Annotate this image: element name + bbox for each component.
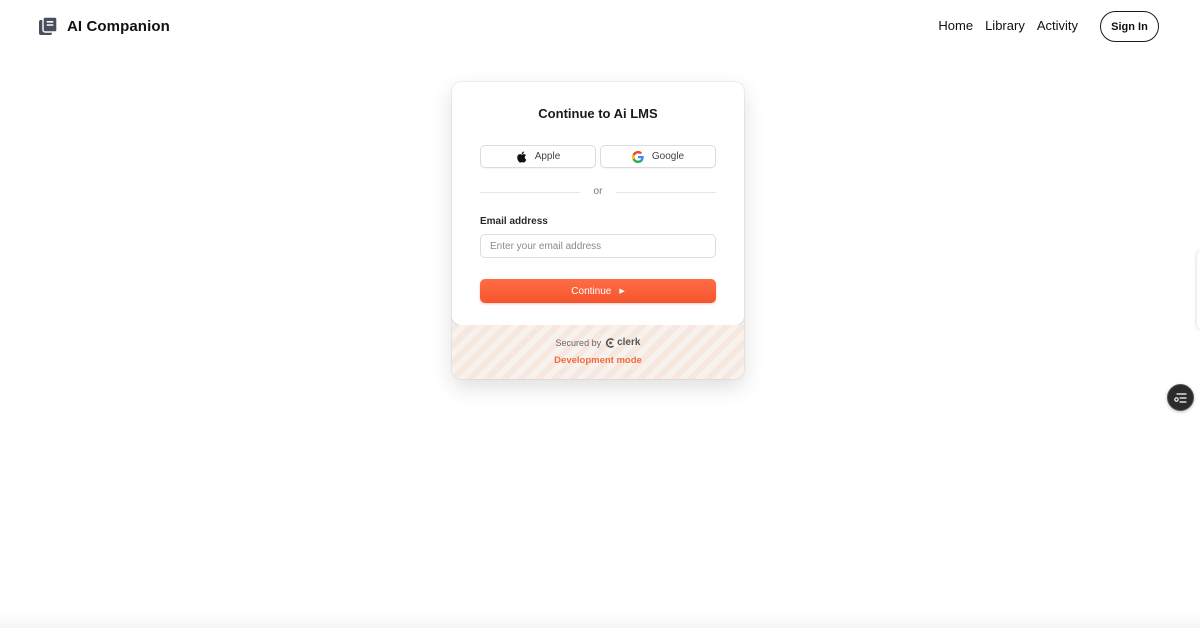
nav-library[interactable]: Library [985,18,1025,33]
app-title: AI Companion [67,17,170,35]
apple-signin-button[interactable]: Apple [480,145,596,168]
nav-home[interactable]: Home [938,18,973,33]
continue-label: Continue [571,285,612,297]
floating-settings-button[interactable] [1167,384,1194,411]
clerk-logo[interactable]: clerk [606,337,640,348]
auth-card-body: Continue to Ai LMS Apple Google or Email… [452,82,744,325]
auth-card-footer: Secured by clerk Development mode [452,325,744,379]
google-signin-button[interactable]: Google [600,145,716,168]
book-stack-icon [39,16,58,35]
google-icon [631,150,644,163]
clerk-icon [606,337,614,348]
google-label: Google [651,151,685,162]
settings-list-icon [1174,392,1187,403]
clerk-brand: clerk [617,337,641,348]
email-input[interactable] [480,234,716,258]
divider-line-right [616,192,716,193]
email-label: Email address [480,216,548,227]
main-nav: Home Library Activity [938,18,1078,33]
apple-icon [516,151,527,163]
app-logo[interactable]: AI Companion [38,16,170,36]
sign-in-button[interactable]: Sign In [1100,11,1159,42]
secured-by-text: Secured by [555,337,602,348]
dev-mode-badge: Development mode [554,355,642,366]
secured-by: Secured by clerk [452,337,744,348]
continue-button[interactable]: Continue ▶ [480,279,716,303]
page: AI Companion Home Library Activity Sign … [0,0,1200,628]
caret-right-icon: ▶ [619,287,625,295]
auth-card: Continue to Ai LMS Apple Google or Email… [452,82,744,379]
or-divider: or [480,186,716,198]
auth-title: Continue to Ai LMS [538,106,658,121]
apple-label: Apple [534,151,561,162]
site-header: AI Companion Home Library Activity Sign … [0,0,1200,54]
bottom-edge [0,612,1200,628]
nav-activity[interactable]: Activity [1037,18,1078,33]
